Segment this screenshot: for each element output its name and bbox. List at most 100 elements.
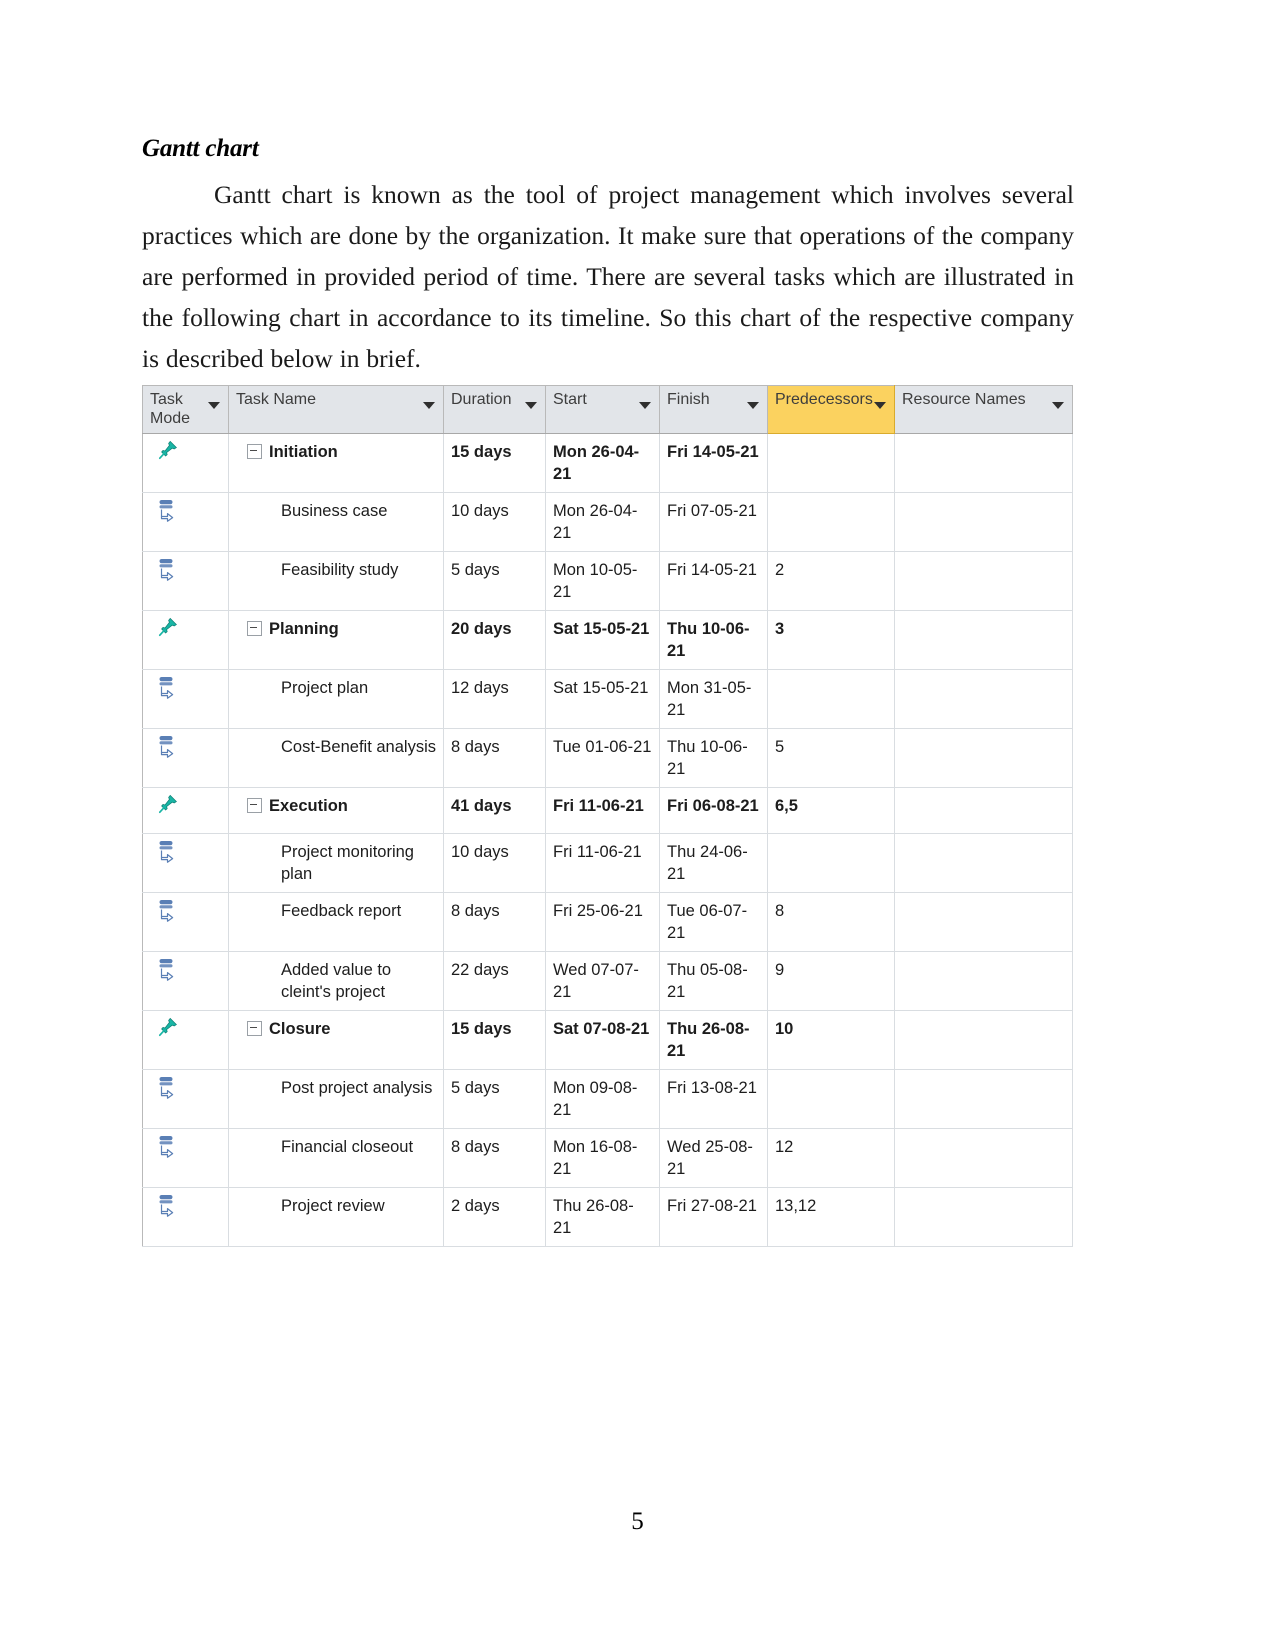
cell-task-name[interactable]: Planning xyxy=(228,610,444,670)
cell-finish[interactable]: Thu 10-06-21 xyxy=(659,610,768,670)
table-row[interactable]: Execution 41 days Fri 11-06-21 Fri 06-08-21… xyxy=(142,787,1073,834)
cell-predecessors[interactable] xyxy=(767,669,895,729)
cell-resource-names[interactable] xyxy=(894,728,1073,788)
cell-task-mode[interactable] xyxy=(142,1010,229,1070)
cell-predecessors[interactable]: 8 xyxy=(767,892,895,952)
column-header-task-name[interactable]: Task Name xyxy=(228,385,444,434)
cell-duration[interactable]: 5 days xyxy=(443,1069,546,1129)
table-row[interactable]: Added value to cleint's project 22 days We… xyxy=(142,951,1073,1011)
cell-predecessors[interactable]: 13,12 xyxy=(767,1187,895,1247)
cell-finish[interactable]: Thu 05-08-21 xyxy=(659,951,768,1011)
cell-task-name[interactable]: Project plan xyxy=(228,669,444,729)
cell-finish[interactable]: Fri 13-08-21 xyxy=(659,1069,768,1129)
cell-resource-names[interactable] xyxy=(894,1187,1073,1247)
cell-resource-names[interactable] xyxy=(894,610,1073,670)
column-header-resource-names[interactable]: Resource Names xyxy=(894,385,1073,434)
table-row[interactable]: Closure 15 days Sat 07-08-21 Thu 26-08-21 10 xyxy=(142,1010,1073,1070)
cell-resource-names[interactable] xyxy=(894,669,1073,729)
cell-task-name[interactable]: Project monitoring plan xyxy=(228,833,444,893)
cell-finish[interactable]: Fri 06-08-21 xyxy=(659,787,768,834)
cell-predecessors[interactable] xyxy=(767,492,895,552)
cell-task-mode[interactable] xyxy=(142,787,229,834)
cell-task-name[interactable]: Feedback report xyxy=(228,892,444,952)
cell-task-mode[interactable] xyxy=(142,1128,229,1188)
cell-duration[interactable]: 2 days xyxy=(443,1187,546,1247)
cell-duration[interactable]: 15 days xyxy=(443,433,546,493)
cell-task-name[interactable]: Initiation xyxy=(228,433,444,493)
cell-duration[interactable]: 12 days xyxy=(443,669,546,729)
cell-task-mode[interactable] xyxy=(142,610,229,670)
table-row[interactable]: Financial closeout 8 days Mon 16-08-21 Wed … xyxy=(142,1128,1073,1188)
chevron-down-icon[interactable] xyxy=(208,402,220,409)
cell-task-mode[interactable] xyxy=(142,892,229,952)
chevron-down-icon[interactable] xyxy=(639,402,651,409)
cell-task-name[interactable]: Closure xyxy=(228,1010,444,1070)
column-header-finish[interactable]: Finish xyxy=(659,385,768,434)
cell-predecessors[interactable]: 9 xyxy=(767,951,895,1011)
cell-finish[interactable]: Tue 06-07-21 xyxy=(659,892,768,952)
cell-start[interactable]: Thu 26-08-21 xyxy=(545,1187,660,1247)
table-row[interactable]: Post project analysis 5 days Mon 09-08-21 F… xyxy=(142,1069,1073,1129)
cell-predecessors[interactable] xyxy=(767,1069,895,1129)
cell-finish[interactable]: Mon 31-05-21 xyxy=(659,669,768,729)
cell-task-mode[interactable] xyxy=(142,728,229,788)
cell-resource-names[interactable] xyxy=(894,951,1073,1011)
cell-predecessors[interactable]: 6,5 xyxy=(767,787,895,834)
cell-start[interactable]: Sat 15-05-21 xyxy=(545,669,660,729)
cell-duration[interactable]: 10 days xyxy=(443,492,546,552)
cell-finish[interactable]: Thu 26-08-21 xyxy=(659,1010,768,1070)
cell-task-mode[interactable] xyxy=(142,833,229,893)
cell-start[interactable]: Mon 16-08-21 xyxy=(545,1128,660,1188)
cell-finish[interactable]: Fri 14-05-21 xyxy=(659,433,768,493)
cell-duration[interactable]: 20 days xyxy=(443,610,546,670)
cell-resource-names[interactable] xyxy=(894,833,1073,893)
cell-duration[interactable]: 8 days xyxy=(443,728,546,788)
cell-task-mode[interactable] xyxy=(142,433,229,493)
chevron-down-icon[interactable] xyxy=(423,402,435,409)
cell-resource-names[interactable] xyxy=(894,787,1073,834)
cell-resource-names[interactable] xyxy=(894,1010,1073,1070)
cell-finish[interactable]: Fri 27-08-21 xyxy=(659,1187,768,1247)
cell-task-mode[interactable] xyxy=(142,1187,229,1247)
cell-resource-names[interactable] xyxy=(894,1069,1073,1129)
cell-finish[interactable]: Fri 14-05-21 xyxy=(659,551,768,611)
cell-resource-names[interactable] xyxy=(894,1128,1073,1188)
column-header-task-mode[interactable]: Task Mode xyxy=(142,385,229,434)
cell-start[interactable]: Wed 07-07-21 xyxy=(545,951,660,1011)
cell-resource-names[interactable] xyxy=(894,492,1073,552)
table-row[interactable]: Planning 20 days Sat 15-05-21 Thu 10-06-21 3 xyxy=(142,610,1073,670)
cell-predecessors[interactable]: 2 xyxy=(767,551,895,611)
cell-predecessors[interactable]: 5 xyxy=(767,728,895,788)
cell-start[interactable]: Mon 09-08-21 xyxy=(545,1069,660,1129)
cell-task-name[interactable]: Post project analysis xyxy=(228,1069,444,1129)
collapse-expander-icon[interactable] xyxy=(247,1020,262,1036)
cell-finish[interactable]: Wed 25-08-21 xyxy=(659,1128,768,1188)
cell-start[interactable]: Mon 10-05-21 xyxy=(545,551,660,611)
cell-task-name[interactable]: Added value to cleint's project xyxy=(228,951,444,1011)
cell-resource-names[interactable] xyxy=(894,892,1073,952)
cell-task-name[interactable]: Cost-Benefit analysis xyxy=(228,728,444,788)
column-header-start[interactable]: Start xyxy=(545,385,660,434)
cell-start[interactable]: Sat 07-08-21 xyxy=(545,1010,660,1070)
cell-start[interactable]: Fri 11-06-21 xyxy=(545,833,660,893)
cell-duration[interactable]: 8 days xyxy=(443,1128,546,1188)
cell-task-name[interactable]: Project review xyxy=(228,1187,444,1247)
table-row[interactable]: Feasibility study 5 days Mon 10-05-21 Fri 1… xyxy=(142,551,1073,611)
cell-duration[interactable]: 22 days xyxy=(443,951,546,1011)
cell-duration[interactable]: 5 days xyxy=(443,551,546,611)
cell-task-mode[interactable] xyxy=(142,669,229,729)
table-row[interactable]: Business case 10 days Mon 26-04-21 Fri 07-0… xyxy=(142,492,1073,552)
cell-start[interactable]: Tue 01-06-21 xyxy=(545,728,660,788)
cell-duration[interactable]: 41 days xyxy=(443,787,546,834)
cell-predecessors[interactable] xyxy=(767,433,895,493)
cell-duration[interactable]: 15 days xyxy=(443,1010,546,1070)
cell-start[interactable]: Fri 11-06-21 xyxy=(545,787,660,834)
cell-finish[interactable]: Fri 07-05-21 xyxy=(659,492,768,552)
collapse-expander-icon[interactable] xyxy=(247,443,262,459)
chevron-down-icon[interactable] xyxy=(747,402,759,409)
cell-task-mode[interactable] xyxy=(142,1069,229,1129)
collapse-expander-icon[interactable] xyxy=(247,797,262,813)
cell-task-name[interactable]: Feasibility study xyxy=(228,551,444,611)
cell-task-name[interactable]: Execution xyxy=(228,787,444,834)
cell-predecessors[interactable]: 10 xyxy=(767,1010,895,1070)
